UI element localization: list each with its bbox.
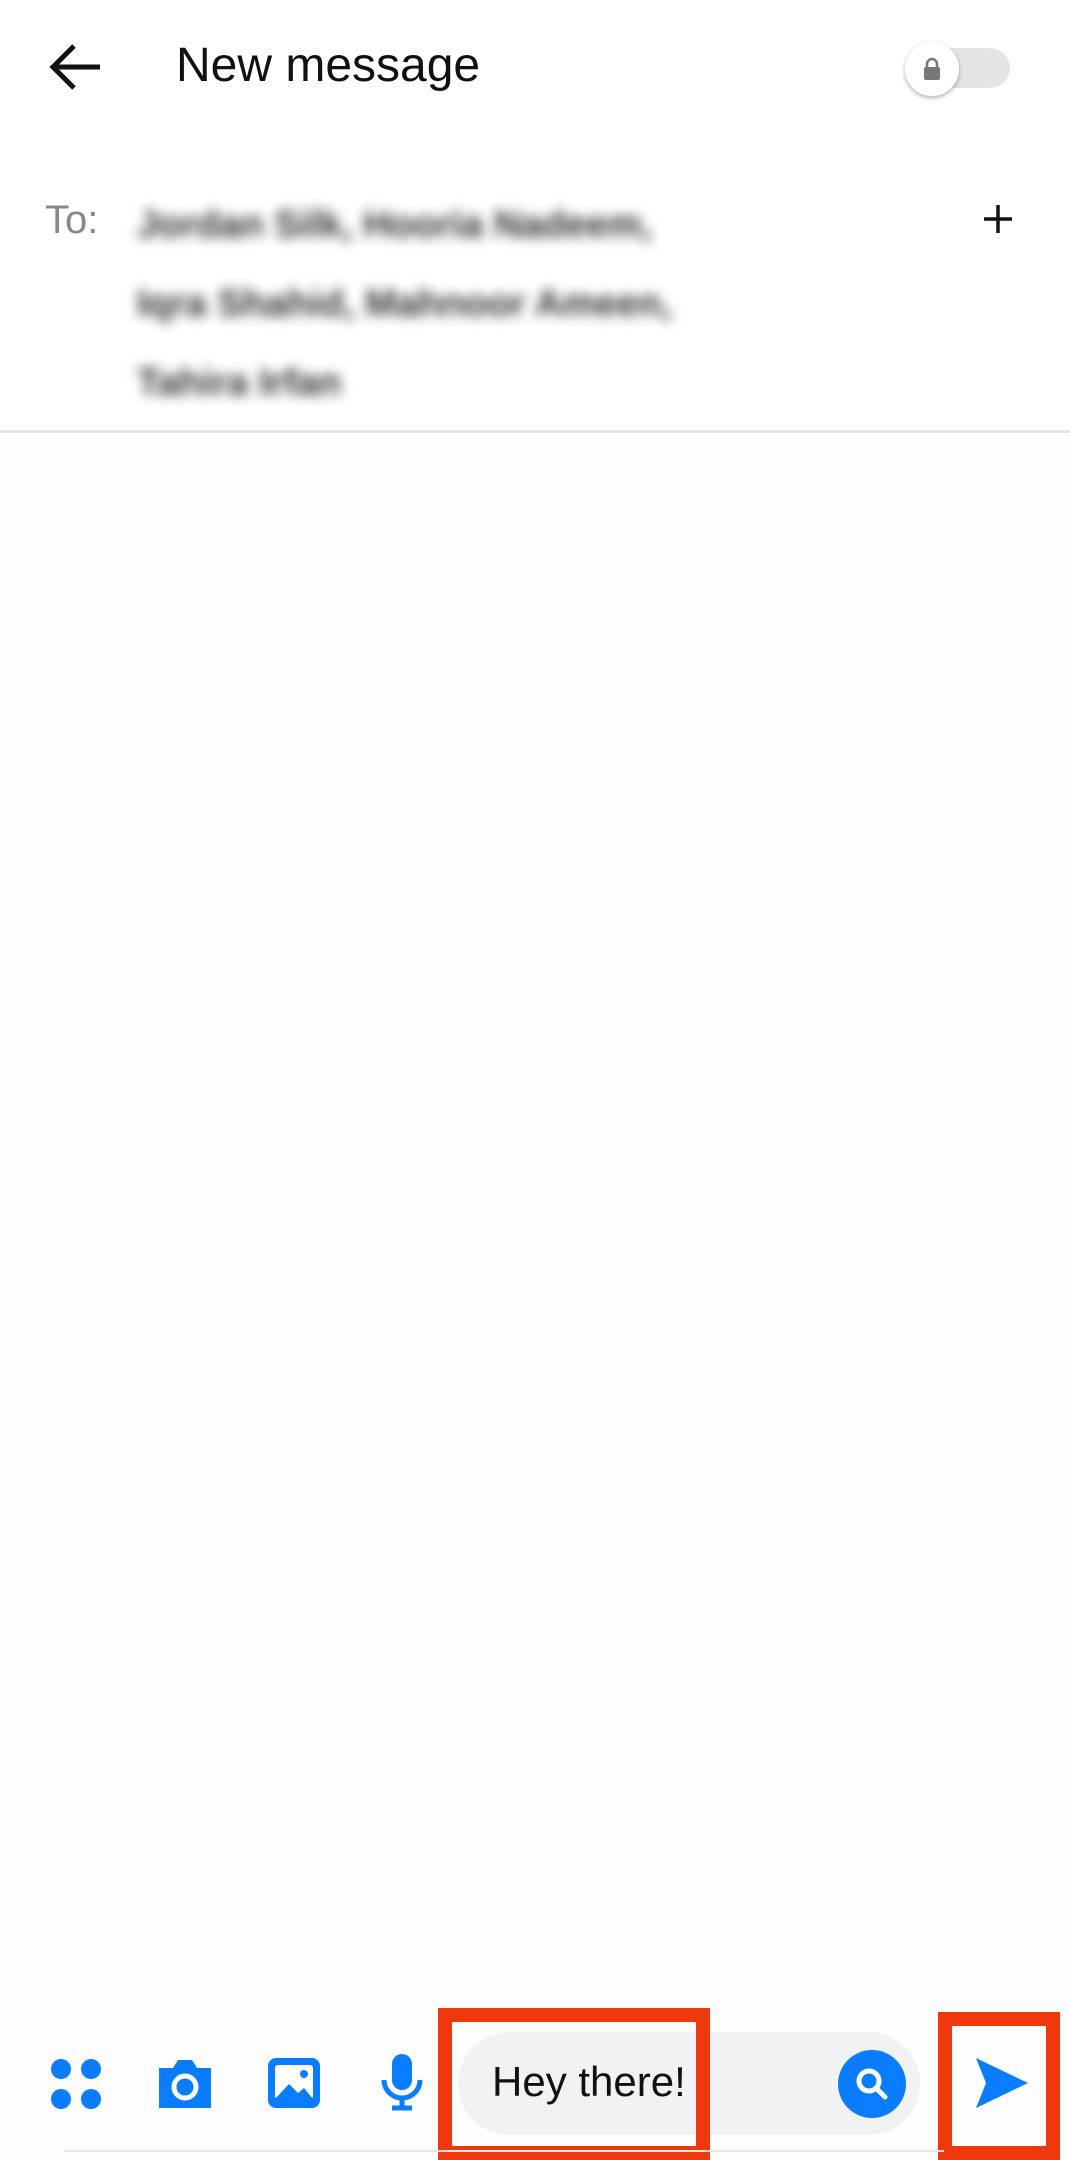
- divider: [64, 2150, 944, 2152]
- page-title: New message: [176, 39, 481, 92]
- image-icon[interactable]: [266, 2056, 322, 2110]
- microphone-icon[interactable]: [380, 2052, 424, 2112]
- lock-icon: [924, 57, 940, 80]
- recipient-line: Iqra Shahid, Mahnoor Ameen,: [137, 283, 672, 325]
- toggle-knob[interactable]: [905, 42, 959, 96]
- recipient-line: Tahira Irfan: [137, 362, 342, 404]
- search-icon[interactable]: [838, 2050, 906, 2118]
- camera-icon[interactable]: [155, 2056, 215, 2110]
- add-recipient-button[interactable]: [982, 203, 1014, 235]
- recipient-list[interactable]: Jordan Silk, Hooria Nadeem, Iqra Shahid,…: [137, 186, 757, 423]
- highlight-box-message: [438, 2008, 710, 2160]
- highlight-box-send: [938, 2012, 1060, 2160]
- recipient-line: Jordan Silk, Hooria Nadeem,: [137, 204, 653, 246]
- to-label: To:: [45, 198, 99, 242]
- back-button[interactable]: [48, 42, 104, 92]
- apps-icon[interactable]: [50, 2058, 102, 2110]
